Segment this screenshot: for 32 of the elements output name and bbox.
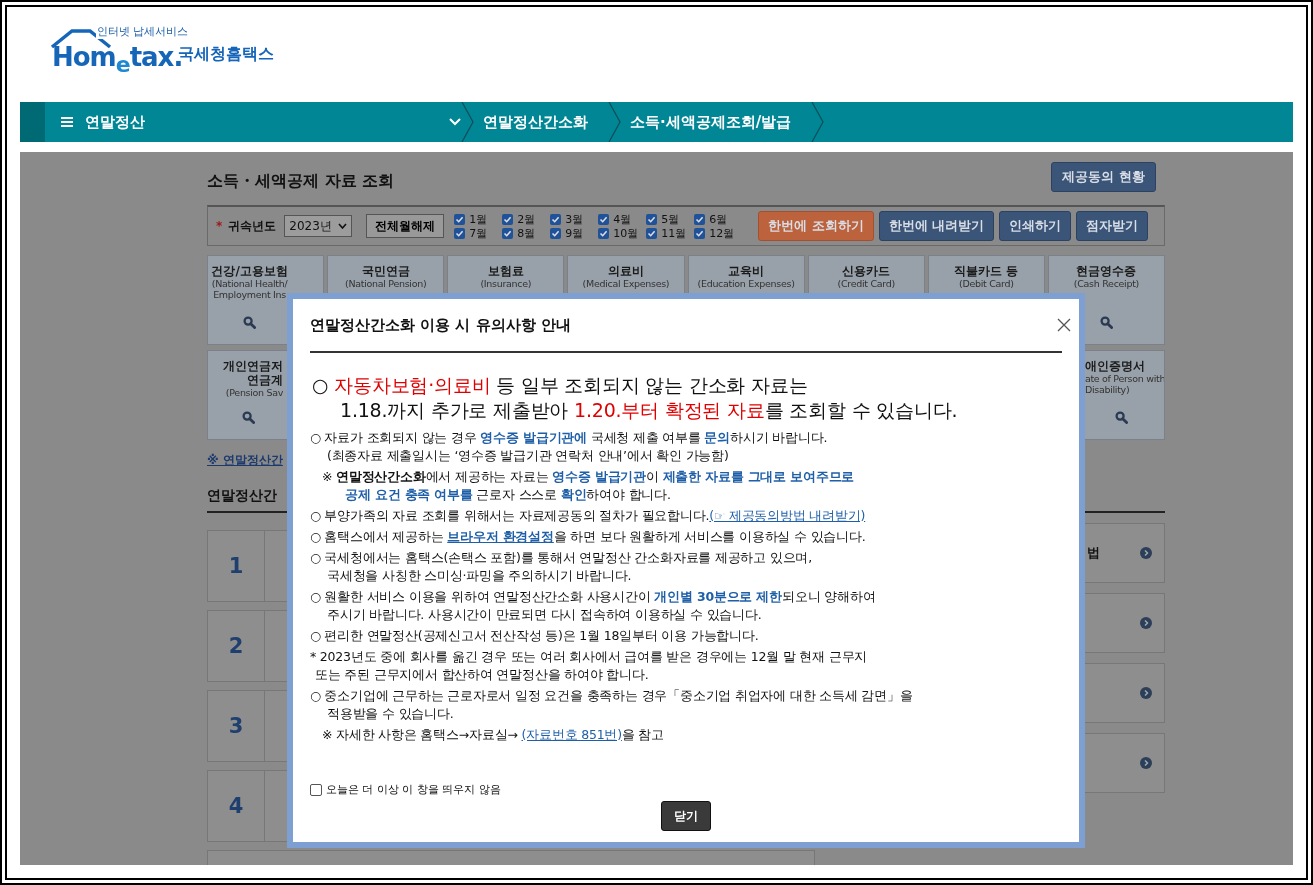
notice-text: ※ 자세한 사항은 홈택스→자료실→ (자료번호 851번)을 참고 — [321, 726, 666, 744]
notice-text: ○ 국세청에서는 홈택스(손택스 포함)를 통해서 연말정산 간소화자료를 제공하고 있으며, 국세청을 사칭한 스미싱·파밍을 주의하시기 바랍니다. — [310, 549, 814, 585]
section-title: 연말정산간 — [207, 487, 277, 503]
notice-text: ○ 원활한 서비스 이용을 위하여 연말정산간소화 사용시간이 개인별 30분으로 제한되오니 양해하여 주시기 바랍니다. 사용시간이 만료되면 다시 접속하여 이용하실 수 있습니다. — [310, 588, 877, 624]
required-mark: * — [216, 219, 223, 233]
notice-text: ○ 부양가족의 자료 조회를 위해서는 자료제공동의 절차가 필요합니다.(☞ 제공동의방법 내려받기) — [310, 507, 867, 525]
year-label: 귀속년도 — [228, 217, 277, 235]
month-label: 12월 — [709, 225, 735, 241]
step-number: 1 — [228, 554, 244, 578]
month-label: 9월 — [565, 225, 584, 241]
month-label: 6월 — [709, 211, 728, 227]
notice-text: ※ 연말정산간소화에서 제공하는 자료는 영수증 발급기관이 제출한 자료를 그대로 보여주므로 공제 요건 충족 여부를 근로자 스스로 확인하여야 합니다. — [321, 468, 856, 504]
notice-text: ○ 중소기업에 근무하는 근로자로서 일정 요건을 충족하는 경우「중소기업 취업자에 대한 소득세 감면」을 적용받을 수 있습니다. — [310, 687, 914, 723]
month-label: 2월 — [517, 211, 536, 227]
month-label: 11월 — [661, 225, 687, 241]
month-label: 10월 — [613, 225, 639, 241]
step-number: 3 — [228, 714, 244, 738]
month-label: 1월 — [469, 211, 488, 227]
checkbox-label: 오늘은 더 이상 이 창을 띄우지 않음 — [326, 782, 501, 797]
page-title: 소득・세액공제 자료 조회 — [207, 169, 395, 192]
month-label: 5월 — [661, 211, 680, 227]
side-card-label: 법 — [1087, 544, 1100, 562]
notice-text: * 2023년도 중에 회사를 옮긴 경우 또는 여러 회사에서 급여를 받은 경우에는 12월 말 현재 근무지 또는 주된 근무지에서 합산하여 연말정산을 하여야 합니다. — [310, 648, 869, 684]
notice-text: ○ 홈택스에서 제공하는 브라우저 환경설정을 하면 보다 원활하게 서비스를 이용하실 수 있습니다. — [310, 528, 867, 546]
step-number: 4 — [228, 794, 244, 818]
month-label: 3월 — [565, 211, 584, 227]
month-label: 4월 — [613, 211, 632, 227]
month-label: 7월 — [469, 225, 488, 241]
logo-tagline: 인터넷 납세서비스 — [96, 25, 190, 39]
step-number: 2 — [228, 634, 244, 658]
notice-text: ○ 편리한 연말정산(공제신고서 전산작성 등)은 1월 18일부터 이용 가능합니다. — [310, 627, 760, 645]
month-label: 8월 — [517, 225, 536, 241]
